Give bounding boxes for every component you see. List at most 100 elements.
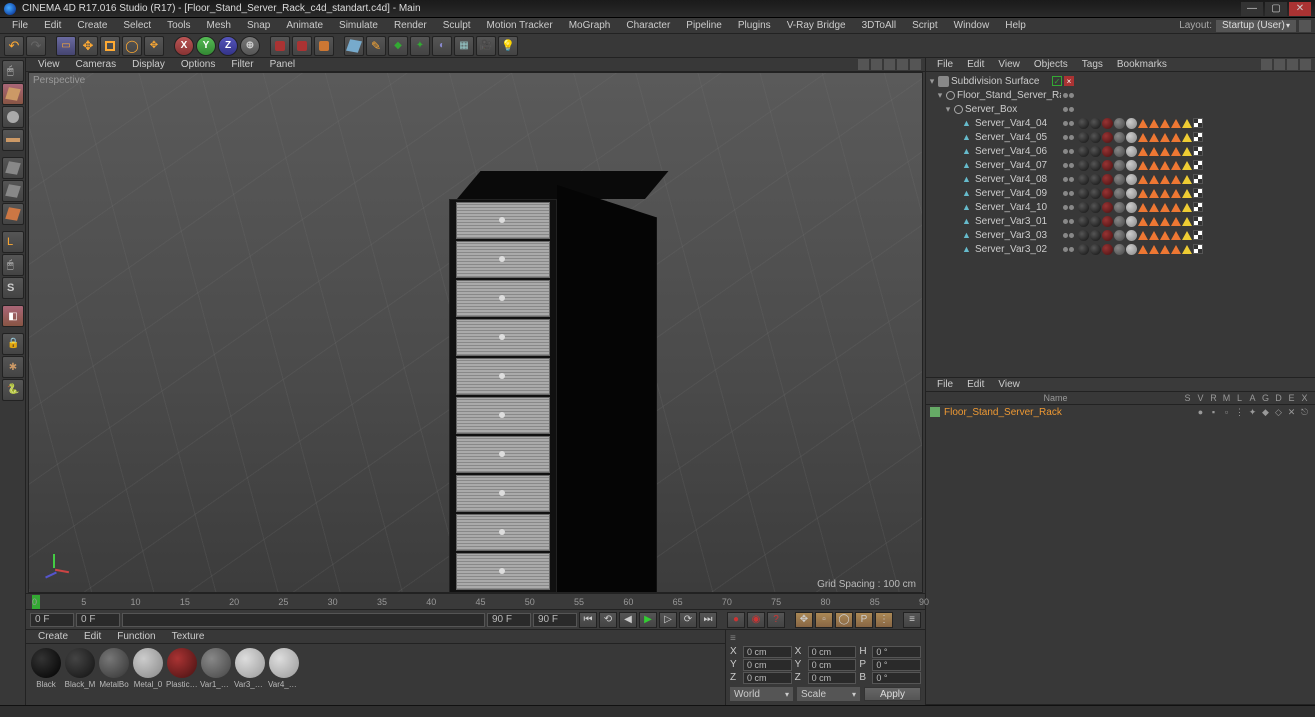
- menu-simulate[interactable]: Simulate: [331, 20, 386, 31]
- view-icon-1[interactable]: [858, 59, 869, 70]
- mat-tag-icon[interactable]: [1102, 132, 1113, 143]
- attr-ic-1[interactable]: ●: [1195, 407, 1206, 418]
- obj-node-9[interactable]: Server_Var4_10: [926, 200, 1076, 214]
- tweak-button[interactable]: [2, 254, 24, 276]
- sel-tag-icon[interactable]: [1171, 175, 1181, 184]
- add-cube-button[interactable]: [344, 36, 364, 56]
- mat-tag-icon[interactable]: [1090, 230, 1101, 241]
- tree-twisty-icon[interactable]: ▾: [936, 90, 944, 101]
- menu-help[interactable]: Help: [997, 20, 1034, 31]
- uvw-tag-icon[interactable]: [1193, 146, 1203, 156]
- sel-tag-icon[interactable]: [1171, 231, 1181, 240]
- add-camera-button[interactable]: [476, 36, 496, 56]
- world-axis-toggle[interactable]: ⊕: [240, 36, 260, 56]
- objmenu-edit[interactable]: Edit: [960, 59, 991, 70]
- key-rot-button[interactable]: ◯: [835, 612, 853, 628]
- keyselect-button[interactable]: ?: [767, 612, 785, 628]
- last-tool-button[interactable]: ✥: [144, 36, 164, 56]
- mat-tag-icon[interactable]: [1126, 174, 1137, 185]
- obj-node-1[interactable]: ▾Floor_Stand_Server_Rack: [926, 88, 1076, 102]
- view-icon-5[interactable]: [910, 59, 921, 70]
- material-5[interactable]: Var1_Pla: [200, 648, 232, 689]
- redo-button[interactable]: [26, 36, 46, 56]
- sel-tag-icon[interactable]: [1160, 147, 1170, 156]
- uvw-tag-icon[interactable]: [1193, 174, 1203, 184]
- uvw-tag-icon[interactable]: [1193, 244, 1203, 254]
- sel-tag-icon[interactable]: [1138, 245, 1148, 254]
- sel-tag-icon[interactable]: [1138, 231, 1148, 240]
- menu-animate[interactable]: Animate: [278, 20, 331, 31]
- mat-tag-icon[interactable]: [1102, 244, 1113, 255]
- sel-tag-icon[interactable]: [1149, 203, 1159, 212]
- obj-flat-icon[interactable]: [1300, 59, 1311, 70]
- menu-tools[interactable]: Tools: [159, 20, 198, 31]
- sel-tag-icon[interactable]: [1182, 161, 1192, 170]
- uvw-tag-icon[interactable]: [1193, 216, 1203, 226]
- rot-P[interactable]: 0 °: [872, 659, 921, 671]
- mat-tag-icon[interactable]: [1078, 174, 1089, 185]
- menu-script[interactable]: Script: [904, 20, 946, 31]
- model-mode[interactable]: [2, 83, 24, 105]
- attr-ic-3[interactable]: ▫: [1221, 407, 1232, 418]
- attr-row[interactable]: Floor_Stand_Server_Rack ● ▪ ▫ ⋮ ✦ ◆ ◇ ✕ …: [926, 405, 1315, 419]
- mat-tag-icon[interactable]: [1126, 230, 1137, 241]
- mat-tag-icon[interactable]: [1102, 160, 1113, 171]
- sel-tag-icon[interactable]: [1171, 161, 1181, 170]
- uvw-tag-icon[interactable]: [1193, 118, 1203, 128]
- add-deformer-button[interactable]: ✦: [410, 36, 430, 56]
- rotate-button[interactable]: [122, 36, 142, 56]
- mat-tag-icon[interactable]: [1114, 230, 1125, 241]
- sel-tag-icon[interactable]: [1171, 147, 1181, 156]
- attrmenu-view[interactable]: View: [991, 379, 1027, 390]
- mat-tag-icon[interactable]: [1126, 216, 1137, 227]
- mat-tag-icon[interactable]: [1114, 174, 1125, 185]
- mat-tag-icon[interactable]: [1078, 188, 1089, 199]
- mat-tag-icon[interactable]: [1090, 160, 1101, 171]
- sel-tag-icon[interactable]: [1171, 189, 1181, 198]
- mat-tag-icon[interactable]: [1114, 160, 1125, 171]
- mat-tag-icon[interactable]: [1102, 188, 1113, 199]
- mat-tag-icon[interactable]: [1114, 118, 1125, 129]
- sel-tag-icon[interactable]: [1160, 161, 1170, 170]
- next-frame-button[interactable]: ▷: [659, 612, 677, 628]
- obj-node-6[interactable]: Server_Var4_07: [926, 158, 1076, 172]
- mat-tag-icon[interactable]: [1078, 146, 1089, 157]
- viewport-solo-button[interactable]: ◧: [2, 305, 24, 327]
- obj-node-7[interactable]: Server_Var4_08: [926, 172, 1076, 186]
- add-generator-button[interactable]: ◆: [388, 36, 408, 56]
- coord-space-select[interactable]: World: [730, 687, 793, 701]
- mat-tag-icon[interactable]: [1102, 230, 1113, 241]
- sel-tag-icon[interactable]: [1182, 203, 1192, 212]
- sel-tag-icon[interactable]: [1160, 175, 1170, 184]
- viewmenu-display[interactable]: Display: [124, 59, 173, 70]
- attr-ic-6[interactable]: ◆: [1260, 407, 1271, 418]
- tree-twisty-icon[interactable]: ▾: [928, 76, 936, 87]
- scale-button[interactable]: [100, 36, 120, 56]
- sel-tag-icon[interactable]: [1149, 133, 1159, 142]
- next-key-button[interactable]: ⟳: [679, 612, 697, 628]
- sel-tag-icon[interactable]: [1160, 203, 1170, 212]
- mat-tag-icon[interactable]: [1114, 146, 1125, 157]
- objmenu-file[interactable]: File: [930, 59, 960, 70]
- sel-tag-icon[interactable]: [1182, 217, 1192, 226]
- play-button[interactable]: ▶: [639, 612, 657, 628]
- rot-H[interactable]: 0 °: [872, 646, 921, 658]
- obj-search-icon[interactable]: [1261, 59, 1272, 70]
- mat-tag-icon[interactable]: [1102, 202, 1113, 213]
- undo-button[interactable]: [4, 36, 24, 56]
- mat-tag-icon[interactable]: [1126, 188, 1137, 199]
- sel-tag-icon[interactable]: [1171, 217, 1181, 226]
- sel-tag-icon[interactable]: [1149, 175, 1159, 184]
- obj-node-11[interactable]: Server_Var3_03: [926, 228, 1076, 242]
- sel-tag-icon[interactable]: [1160, 245, 1170, 254]
- attr-ic-9[interactable]: ⎋: [1299, 407, 1310, 418]
- mat-tag-icon[interactable]: [1090, 118, 1101, 129]
- mat-tag-icon[interactable]: [1090, 202, 1101, 213]
- view-icon-2[interactable]: [871, 59, 882, 70]
- matmenu-function[interactable]: Function: [109, 631, 163, 642]
- mat-tag-icon[interactable]: [1126, 132, 1137, 143]
- menu-vraybridge[interactable]: V-Ray Bridge: [779, 20, 854, 31]
- viewmenu-panel[interactable]: Panel: [262, 59, 304, 70]
- edge-mode[interactable]: [2, 180, 24, 202]
- mat-tag-icon[interactable]: [1078, 160, 1089, 171]
